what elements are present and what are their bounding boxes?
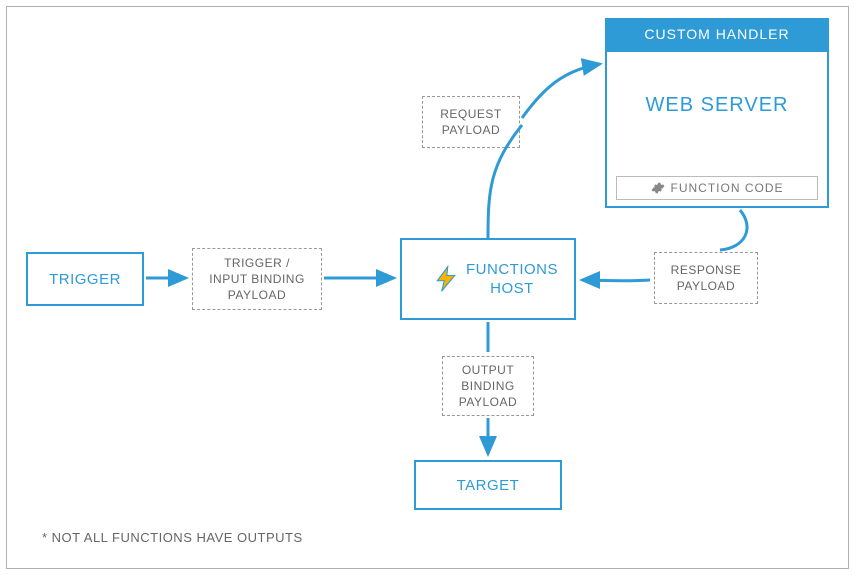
input-payload-node: TRIGGER / INPUT BINDING PAYLOAD (192, 248, 322, 310)
response-payload-label: RESPONSE PAYLOAD (671, 262, 742, 294)
output-payload-node: OUTPUT BINDING PAYLOAD (442, 356, 534, 416)
trigger-label: TRIGGER (49, 271, 121, 288)
request-payload-label: REQUEST PAYLOAD (440, 106, 502, 138)
function-code-node: FUNCTION CODE (616, 176, 818, 200)
web-server-label: WEB SERVER (646, 94, 789, 117)
target-label: TARGET (457, 477, 520, 494)
request-payload-node: REQUEST PAYLOAD (422, 96, 520, 148)
target-node: TARGET (414, 460, 562, 510)
function-code-label: FUNCTION CODE (671, 181, 784, 195)
footnote-text: * NOT ALL FUNCTIONS HAVE OUTPUTS (42, 530, 303, 545)
trigger-node: TRIGGER (26, 252, 144, 306)
custom-handler-header-label: CUSTOM HANDLER (644, 26, 789, 42)
functions-host-node: FUNCTIONS HOST (400, 238, 576, 320)
input-payload-label: TRIGGER / INPUT BINDING PAYLOAD (209, 255, 305, 304)
custom-handler-header: CUSTOM HANDLER (605, 18, 829, 50)
lightning-icon (432, 265, 460, 293)
footnote: * NOT ALL FUNCTIONS HAVE OUTPUTS (42, 530, 303, 545)
output-payload-label: OUTPUT BINDING PAYLOAD (459, 362, 517, 411)
functions-host-label: FUNCTIONS HOST (466, 260, 558, 299)
gear-icon (651, 181, 665, 195)
response-payload-node: RESPONSE PAYLOAD (654, 252, 758, 304)
